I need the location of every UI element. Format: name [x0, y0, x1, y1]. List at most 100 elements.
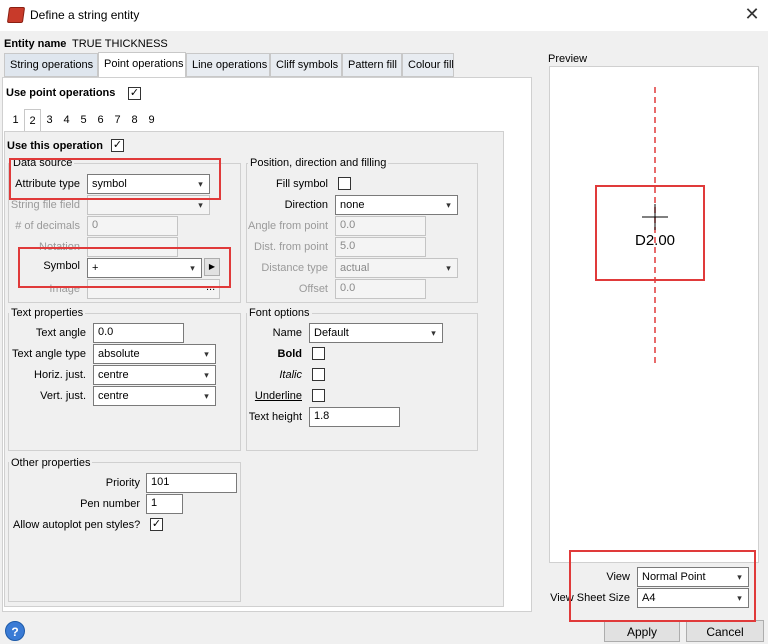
decimals-label: # of decimals	[15, 220, 80, 232]
bold-checkbox[interactable]	[312, 347, 325, 360]
attribute-type-value: symbol	[92, 178, 127, 190]
view-select[interactable]: Normal Point ▾	[637, 567, 749, 587]
image-input[interactable]	[87, 279, 220, 299]
tab-point-operations[interactable]: Point operations	[98, 52, 186, 78]
offset-label: Offset	[298, 283, 328, 295]
symbol-label: Symbol	[43, 260, 80, 272]
vert-just-select[interactable]: centre ▾	[93, 386, 216, 406]
symbol-select[interactable]: + ▾	[87, 258, 202, 278]
text-angle-type-value: absolute	[98, 348, 140, 360]
fill-symbol-checkbox[interactable]	[338, 177, 351, 190]
angle-from-point-input[interactable]: 0.0	[335, 216, 426, 236]
symbol-value: +	[92, 262, 99, 274]
pen-number-input[interactable]: 1	[146, 494, 183, 514]
chevron-down-icon: ▾	[431, 328, 436, 338]
preview-title: Preview	[548, 53, 588, 65]
direction-select[interactable]: none ▾	[335, 195, 458, 215]
string-file-field-label: String file field	[10, 199, 80, 211]
window-title: Define a string entity	[30, 8, 140, 22]
preview-sample-text: D2.00	[634, 232, 676, 249]
dist-from-point-input[interactable]: 5.0	[335, 237, 426, 257]
view-sheet-size-select[interactable]: A4 ▾	[637, 588, 749, 608]
autoplot-pen-checkbox[interactable]: ✓	[150, 518, 163, 531]
op-tab-5[interactable]: 5	[75, 109, 92, 131]
text-height-input[interactable]: 1.8	[309, 407, 400, 427]
other-properties-title: Other properties	[9, 457, 93, 469]
op-tab-8[interactable]: 8	[126, 109, 143, 131]
direction-label: Direction	[284, 199, 328, 211]
chevron-down-icon: ▾	[190, 263, 195, 273]
play-icon: ▶	[208, 262, 216, 271]
angle-from-point-label: Angle from point	[248, 220, 329, 232]
help-icon: ?	[11, 625, 19, 639]
use-this-operation-label: Use this operation	[7, 140, 103, 152]
op-tab-3[interactable]: 3	[41, 109, 58, 131]
view-label: View	[606, 571, 630, 583]
font-options-title: Font options	[247, 307, 312, 319]
distance-type-select[interactable]: actual ▾	[335, 258, 458, 278]
autoplot-pen-label: Allow autoplot pen styles?	[13, 519, 141, 531]
chevron-down-icon: ▾	[198, 200, 203, 210]
view-sheet-size-label: View Sheet Size	[550, 592, 630, 604]
tab-colour-fill[interactable]: Colour fill	[402, 53, 454, 77]
text-angle-type-select[interactable]: absolute ▾	[93, 344, 216, 364]
horiz-just-select[interactable]: centre ▾	[93, 365, 216, 385]
entity-name-value: TRUE THICKNESS	[72, 38, 168, 50]
tab-pattern-fill[interactable]: Pattern fill	[342, 53, 402, 77]
attribute-type-select[interactable]: symbol ▾	[87, 174, 210, 194]
view-sheet-size-value: A4	[642, 592, 656, 604]
italic-label: Italic	[279, 369, 302, 381]
vert-just-value: centre	[98, 390, 129, 402]
chevron-down-icon: ▾	[204, 370, 209, 380]
op-tab-7[interactable]: 7	[109, 109, 126, 131]
underline-label: Underline	[254, 390, 302, 402]
underline-checkbox[interactable]	[312, 389, 325, 402]
chevron-down-icon: ▾	[198, 179, 203, 189]
text-angle-input[interactable]: 0.0	[93, 323, 184, 343]
op-tab-9[interactable]: 9	[143, 109, 160, 131]
chevron-down-icon: ▾	[737, 593, 742, 603]
chevron-down-icon: ▾	[204, 391, 209, 401]
offset-input[interactable]: 0.0	[335, 279, 426, 299]
dist-from-point-label: Dist. from point	[254, 241, 328, 253]
apply-button[interactable]: Apply	[604, 620, 680, 642]
chevron-down-icon: ▾	[446, 263, 451, 273]
close-icon[interactable]: ✕	[742, 4, 762, 24]
distance-type-label: Distance type	[261, 262, 328, 274]
use-point-operations-checkbox[interactable]: ✓	[128, 87, 141, 100]
pen-number-label: Pen number	[80, 498, 140, 510]
decimals-input[interactable]: 0	[87, 216, 178, 236]
notation-label: Notation	[39, 241, 80, 253]
op-tab-4[interactable]: 4	[58, 109, 75, 131]
op-tab-2[interactable]: 2	[24, 109, 41, 131]
symbol-picker-button[interactable]: ▶	[204, 258, 220, 276]
notation-input[interactable]	[87, 237, 178, 257]
help-button[interactable]: ?	[5, 621, 25, 641]
direction-value: none	[340, 199, 365, 211]
chevron-down-icon: ▾	[204, 349, 209, 359]
font-name-select[interactable]: Default ▾	[309, 323, 443, 343]
italic-checkbox[interactable]	[312, 368, 325, 381]
use-this-operation-checkbox[interactable]: ✓	[111, 139, 124, 152]
op-tab-6[interactable]: 6	[92, 109, 109, 131]
horiz-just-value: centre	[98, 369, 129, 381]
view-value: Normal Point	[642, 571, 706, 583]
vert-just-label: Vert. just.	[40, 390, 86, 402]
attribute-type-label: Attribute type	[15, 178, 80, 190]
tab-cliff-symbols[interactable]: Cliff symbols	[270, 53, 342, 77]
tab-line-operations[interactable]: Line operations	[186, 53, 270, 77]
preview-canvas	[549, 66, 759, 563]
cancel-button[interactable]: Cancel	[686, 620, 764, 642]
priority-input[interactable]: 101	[146, 473, 237, 493]
image-browse-button[interactable]: ...	[206, 281, 215, 293]
image-label: Image	[49, 283, 80, 295]
bold-label: Bold	[277, 348, 302, 360]
tab-string-operations[interactable]: String operations	[4, 53, 98, 77]
font-name-value: Default	[314, 327, 349, 339]
font-name-label: Name	[272, 327, 302, 339]
text-angle-label: Text angle	[35, 327, 86, 339]
op-tab-1[interactable]: 1	[7, 109, 24, 131]
preview-drawing	[642, 87, 668, 367]
string-file-field-select[interactable]: ▾	[87, 195, 210, 215]
text-angle-type-label: Text angle type	[12, 348, 86, 360]
